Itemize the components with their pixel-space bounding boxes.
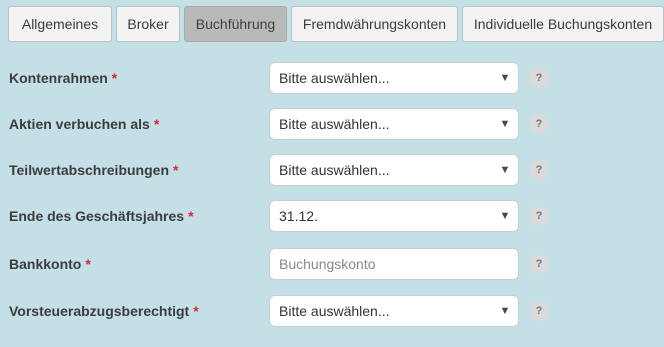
field-label: Ende des Geschäftsjahres * bbox=[9, 200, 194, 232]
kontenrahmen-select[interactable]: Bitte auswählen... ▼ bbox=[269, 62, 519, 94]
form-row-aktien-verbuchen-als: Aktien verbuchen als * Bitte auswählen...… bbox=[0, 108, 664, 140]
field-label: Aktien verbuchen als * bbox=[9, 108, 159, 140]
chevron-down-icon: ▼ bbox=[499, 164, 511, 176]
field-label-text: Bankkonto bbox=[9, 256, 82, 272]
chevron-down-icon: ▼ bbox=[499, 72, 511, 84]
select-value: Bitte auswählen... bbox=[279, 303, 390, 319]
bankkonto-input[interactable] bbox=[279, 256, 509, 272]
field-label: Bankkonto * bbox=[9, 248, 91, 280]
teilwertabschreibungen-select[interactable]: Bitte auswählen... ▼ bbox=[269, 154, 519, 186]
help-icon[interactable]: ? bbox=[529, 114, 549, 134]
help-icon[interactable]: ? bbox=[529, 301, 549, 321]
field-label: Vorsteuerabzugsberechtigt * bbox=[9, 295, 199, 327]
form-row-kontenrahmen: Kontenrahmen * Bitte auswählen... ▼ ? bbox=[0, 62, 664, 94]
form-row-vorsteuerabzugsberechtigt: Vorsteuerabzugsberechtigt * Bitte auswähl… bbox=[0, 295, 664, 327]
required-marker: * bbox=[85, 256, 91, 272]
form-row-teilwertabschreibungen: Teilwertabschreibungen * Bitte auswählen.… bbox=[0, 154, 664, 186]
required-marker: * bbox=[173, 162, 179, 178]
chevron-down-icon: ▼ bbox=[499, 305, 511, 317]
select-value: Bitte auswählen... bbox=[279, 70, 390, 86]
required-marker: * bbox=[193, 303, 199, 319]
tab-allgemeines[interactable]: Allgemeines bbox=[8, 6, 112, 42]
help-icon[interactable]: ? bbox=[529, 206, 549, 226]
tab-fremdwaehrungskonten[interactable]: Fremdwährungskonten bbox=[291, 6, 458, 42]
help-icon[interactable]: ? bbox=[529, 68, 549, 88]
help-icon[interactable]: ? bbox=[529, 160, 549, 180]
field-label-text: Ende des Geschäftsjahres bbox=[9, 208, 185, 224]
tab-broker[interactable]: Broker bbox=[116, 6, 180, 42]
field-label-text: Aktien verbuchen als bbox=[9, 116, 150, 132]
required-marker: * bbox=[111, 70, 118, 86]
select-value: Bitte auswählen... bbox=[279, 162, 390, 178]
chevron-down-icon: ▼ bbox=[499, 210, 511, 222]
field-label-text: Kontenrahmen bbox=[9, 70, 108, 86]
select-value: 31.12. bbox=[279, 208, 318, 224]
ende-des-geschaeftsjahres-select[interactable]: 31.12. ▼ bbox=[269, 200, 519, 232]
field-label: Kontenrahmen * bbox=[9, 62, 117, 94]
help-icon[interactable]: ? bbox=[529, 254, 549, 274]
tab-buchfuehrung[interactable]: Buchführung bbox=[184, 6, 287, 42]
field-label-text: Teilwertabschreibungen bbox=[9, 162, 169, 178]
tab-bar: Allgemeines Broker Buchführung Fremdwähr… bbox=[6, 6, 664, 44]
required-marker: * bbox=[153, 116, 160, 132]
vorsteuerabzugsberechtigt-select[interactable]: Bitte auswählen... ▼ bbox=[269, 295, 519, 327]
form-row-bankkonto: Bankkonto* ? bbox=[0, 248, 664, 280]
bankkonto-field[interactable] bbox=[269, 248, 519, 280]
field-label-text: Vorsteuerabzugsberechtigt bbox=[9, 303, 190, 319]
field-label: Teilwertabschreibungen * bbox=[9, 154, 178, 186]
tab-individuelle-buchungskonten[interactable]: Individuelle Buchungskonten bbox=[462, 6, 664, 42]
chevron-down-icon: ▼ bbox=[499, 118, 511, 130]
select-value: Bitte auswählen... bbox=[279, 116, 390, 132]
form-row-ende-des-geschaeftsjahres: Ende des Geschäftsjahres * 31.12. ▼ ? bbox=[0, 200, 664, 232]
aktien-verbuchen-als-select[interactable]: Bitte auswählen... ▼ bbox=[269, 108, 519, 140]
required-marker: * bbox=[188, 208, 194, 224]
